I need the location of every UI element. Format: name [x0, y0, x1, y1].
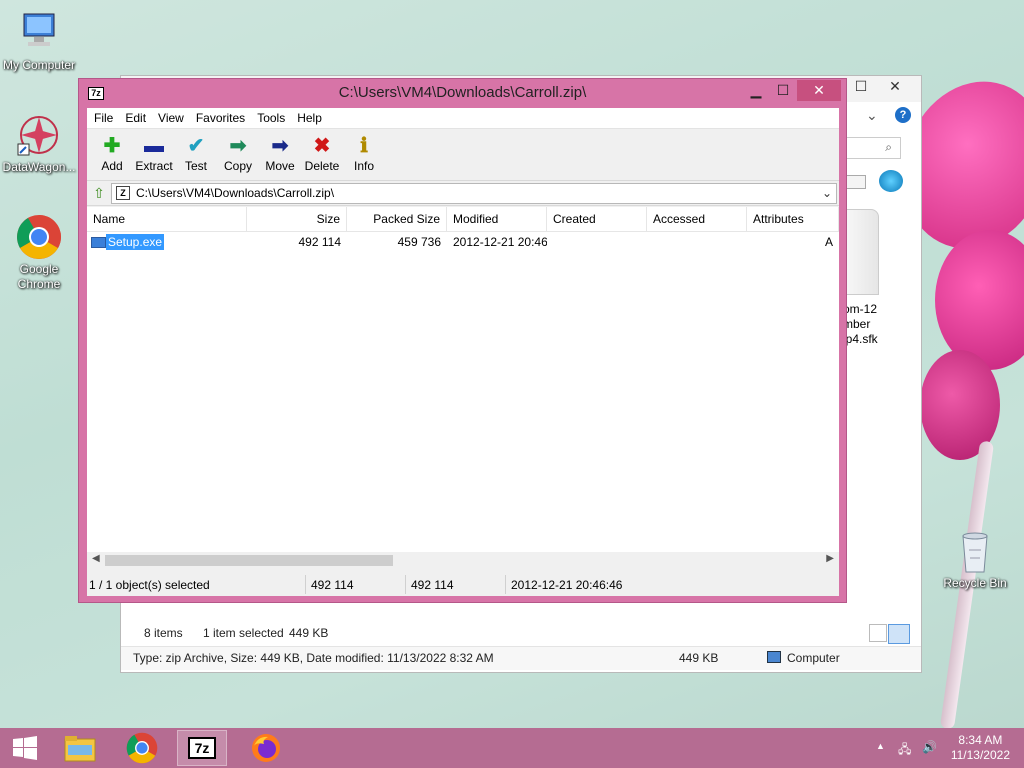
- column-name[interactable]: Name: [87, 207, 247, 231]
- start-button[interactable]: [0, 730, 50, 766]
- extract-button[interactable]: ▬ Extract: [133, 129, 175, 180]
- explorer-details-bar: Type: zip Archive, Size: 449 KB, Date mo…: [121, 646, 921, 670]
- explorer-close-button[interactable]: ✕: [878, 76, 912, 96]
- horizontal-scrollbar[interactable]: ◀ ▶: [87, 552, 839, 569]
- column-attributes[interactable]: Attributes: [747, 207, 839, 231]
- chevron-down-icon[interactable]: ⌄: [822, 184, 832, 203]
- file-packed-size: 459 736: [397, 235, 441, 249]
- chevron-down-icon[interactable]: ⌄: [866, 107, 878, 124]
- exe-file-icon: [91, 236, 106, 248]
- start-icon: [13, 736, 37, 760]
- column-modified[interactable]: Modified: [447, 207, 547, 231]
- taskbar-chrome[interactable]: [117, 730, 167, 766]
- file-explorer-icon: [64, 736, 96, 762]
- file-attributes: A: [824, 235, 833, 249]
- menu-tools[interactable]: Tools: [252, 108, 292, 128]
- menu-file[interactable]: File: [89, 108, 120, 128]
- info-button[interactable]: ℹ Info: [343, 129, 385, 180]
- delete-button[interactable]: ✖ Delete: [301, 129, 343, 180]
- column-size[interactable]: Size: [247, 207, 347, 231]
- computer-icon: [16, 10, 62, 56]
- menu-edit[interactable]: Edit: [120, 108, 153, 128]
- up-folder-icon[interactable]: ⇧: [87, 185, 111, 202]
- show-hidden-icons-icon[interactable]: ▲: [876, 741, 885, 751]
- file-name: Setup.exe: [106, 234, 165, 250]
- scroll-thumb[interactable]: [105, 555, 393, 566]
- add-button[interactable]: ✚ Add: [91, 129, 133, 180]
- taskbar-7zip[interactable]: 7z: [177, 730, 227, 766]
- maximize-button[interactable]: ☐: [772, 80, 794, 101]
- window-title: C:\Users\VM4\Downloads\Carroll.zip\: [338, 84, 587, 101]
- menu-view[interactable]: View: [153, 108, 191, 128]
- test-icon: ✔: [187, 135, 205, 157]
- help-icon[interactable]: ?: [895, 107, 911, 123]
- status-modified: 2012-12-21 20:46:46: [511, 578, 623, 592]
- search-icon: ⌕: [885, 140, 892, 154]
- menu-help[interactable]: Help: [292, 108, 329, 128]
- clock[interactable]: 8:34 AM 11/13/2022: [951, 733, 1010, 763]
- delete-icon: ✖: [313, 135, 331, 157]
- chrome-icon: [16, 214, 62, 260]
- status-packed: 492 114: [411, 578, 454, 592]
- explorer-search-input[interactable]: ⌕: [843, 137, 901, 159]
- move-button[interactable]: ➡ Move: [259, 129, 301, 180]
- large-icons-view-icon[interactable]: [888, 624, 910, 644]
- column-created[interactable]: Created: [547, 207, 647, 231]
- file-label[interactable]: om-12 mber ip4.sfk: [843, 302, 878, 347]
- recycle-bin-icon: [952, 528, 998, 574]
- explorer-statusbar: 8 items 1 item selected 449 KB: [121, 622, 921, 646]
- column-accessed[interactable]: Accessed: [647, 207, 747, 231]
- desktop-icon-datawagon[interactable]: DataWagon...: [0, 112, 78, 175]
- copy-button[interactable]: ➡ Copy: [217, 129, 259, 180]
- desktop-icon-chrome[interactable]: Google Chrome: [0, 214, 78, 292]
- explorer-maximize-button[interactable]: ☐: [844, 76, 878, 96]
- status-size: 492 114: [311, 578, 354, 592]
- menu-favorites[interactable]: Favorites: [191, 108, 252, 128]
- taskbar-firefox[interactable]: [241, 730, 291, 766]
- network-icon[interactable]: 🖧: [898, 740, 911, 761]
- info-icon: ℹ: [360, 135, 368, 157]
- statusbar: 1 / 1 object(s) selected 492 114 492 114…: [87, 573, 839, 596]
- 7zip-client-area: File Edit View Favorites Tools Help ✚ Ad…: [87, 108, 839, 596]
- address-bar: ⇧ Z C:\Users\VM4\Downloads\Carroll.zip\ …: [87, 181, 839, 206]
- 7zip-icon: 7z: [188, 737, 216, 759]
- address-input[interactable]: Z C:\Users\VM4\Downloads\Carroll.zip\ ⌄: [111, 182, 837, 204]
- desktop-icon-my-computer[interactable]: My Computer: [0, 10, 78, 73]
- 7zip-window[interactable]: 7z C:\Users\VM4\Downloads\Carroll.zip\ ▁…: [78, 78, 847, 603]
- status-selected: 1 / 1 object(s) selected: [89, 578, 210, 592]
- add-icon: ✚: [103, 135, 121, 157]
- toolbar: ✚ Add ▬ Extract ✔ Test ➡ Copy ➡ Move ✖ D…: [87, 129, 839, 181]
- desktop-icon-recycle-bin[interactable]: Recycle Bin: [936, 528, 1014, 591]
- column-packed-size[interactable]: Packed Size: [347, 207, 447, 231]
- archive-icon: Z: [116, 185, 130, 200]
- view-options-icon[interactable]: [844, 175, 866, 189]
- shell-icon[interactable]: [879, 170, 903, 192]
- chrome-icon: [126, 732, 158, 764]
- file-list[interactable]: Name Size Packed Size Modified Created A…: [87, 207, 839, 569]
- file-size: 492 114: [298, 235, 342, 249]
- copy-icon: ➡: [229, 135, 247, 157]
- scroll-right-icon[interactable]: ▶: [826, 553, 834, 564]
- volume-icon[interactable]: 🔊: [922, 740, 937, 754]
- taskbar-file-explorer[interactable]: [55, 730, 105, 766]
- list-header: Name Size Packed Size Modified Created A…: [87, 207, 839, 232]
- minimize-button[interactable]: ▁: [745, 80, 767, 101]
- computer-small-icon: [767, 651, 781, 663]
- file-modified: 2012-12-21 20:46: [453, 235, 547, 249]
- firefox-icon: [252, 734, 280, 762]
- move-icon: ➡: [271, 135, 289, 157]
- datawagon-icon: [16, 112, 62, 158]
- taskbar: 7z ▲ 🖧 🔊 8:34 AM 11/13/2022: [0, 728, 1024, 768]
- file-icon[interactable]: [843, 209, 879, 295]
- extract-icon: ▬: [144, 135, 164, 157]
- test-button[interactable]: ✔ Test: [175, 129, 217, 180]
- close-button[interactable]: ✕: [797, 80, 841, 101]
- details-view-icon[interactable]: [869, 624, 887, 642]
- scroll-left-icon[interactable]: ◀: [92, 553, 100, 564]
- table-row[interactable]: Setup.exe 492 114 459 736 2012-12-21 20:…: [87, 232, 839, 252]
- menubar: File Edit View Favorites Tools Help: [87, 108, 839, 129]
